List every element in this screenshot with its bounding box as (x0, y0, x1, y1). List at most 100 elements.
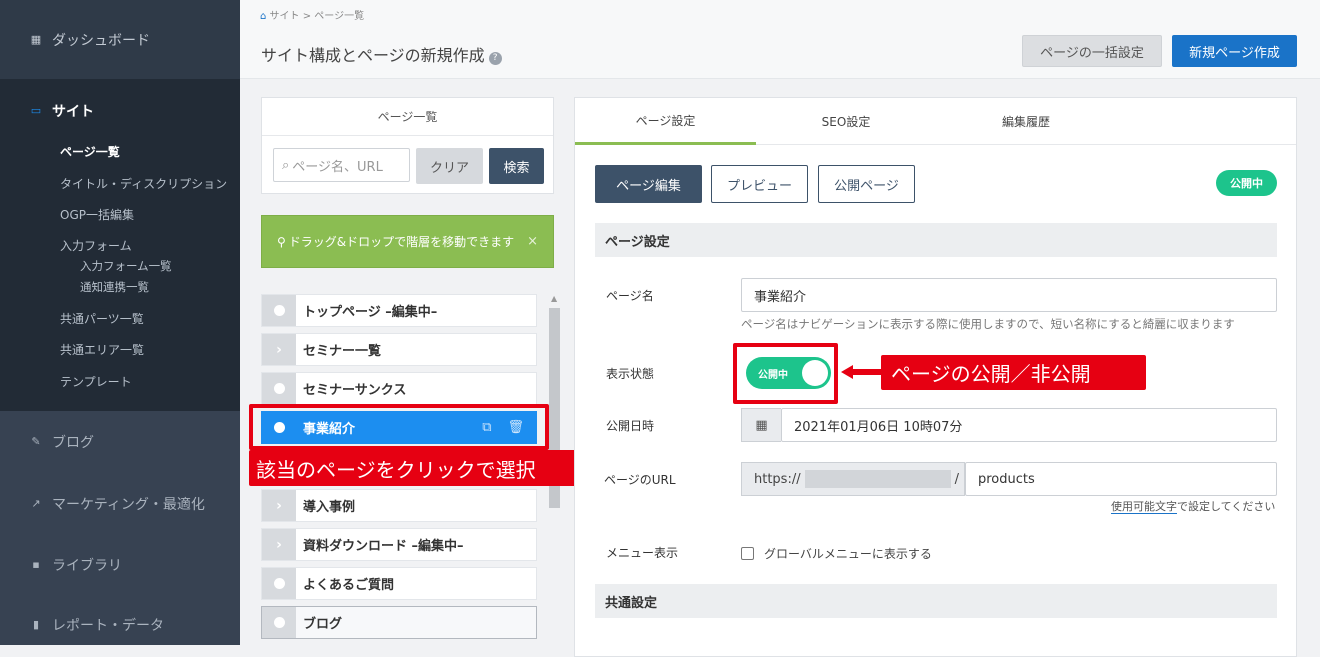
bulk-settings-button[interactable]: ページの一括設定 (1022, 35, 1162, 67)
tree-row[interactable]: ブログ (261, 606, 537, 639)
sidebar-sub-page-list[interactable]: ページ一覧 (60, 143, 120, 160)
tree-row[interactable]: セミナーサンクス (261, 372, 537, 405)
sidebar-item-report[interactable]: ▮ レポート・データ (30, 615, 164, 635)
new-page-button[interactable]: 新規ページ作成 (1172, 35, 1297, 67)
site-icon: ▭ (30, 104, 42, 117)
page-settings-panel: ページ設定 SEO設定 編集履歴 ページ編集 プレビュー 公開ページ 公開中 ペ… (574, 97, 1297, 657)
sidebar-item-label: ブログ (52, 435, 94, 451)
tree-row-label: セミナーサンクス (303, 383, 407, 398)
field-label-url: ページのURL (604, 473, 676, 487)
sidebar-sub-title-description[interactable]: タイトル・ディスクリプション (60, 175, 227, 192)
annotation-arrow-icon (841, 365, 881, 379)
home-icon[interactable]: ⌂ (260, 11, 266, 22)
close-icon[interactable]: × (527, 234, 538, 249)
image-icon: ▪ (32, 558, 40, 571)
url-prefix: https:// / (741, 462, 965, 496)
sidebar-item-label: ダッシュボード (52, 32, 150, 49)
tab-edit-history[interactable]: 編集履歴 (936, 98, 1116, 145)
sidebar-item-label: マーケティング・最適化 (52, 497, 205, 513)
sidebar-sub-form[interactable]: 入力フォーム (60, 237, 132, 254)
url-slash: / (954, 471, 959, 487)
scroll-up-icon[interactable]: ▲ (551, 294, 557, 303)
sidebar-item-site[interactable]: ▭ サイト (0, 79, 240, 121)
pin-icon: ⚲ (277, 234, 286, 249)
sidebar-item-label: サイト (52, 104, 94, 120)
checkbox-label: グローバルメニューに表示する (764, 547, 932, 561)
public-page-button[interactable]: 公開ページ (818, 165, 915, 203)
pencil-icon: ✎ (31, 435, 41, 448)
sidebar-sub-common-area[interactable]: 共通エリア一覧 (60, 341, 144, 358)
panel-title: ページ一覧 (262, 98, 553, 136)
page-list-panel: ページ一覧 ⌕ ページ名、URL クリア 検索 (261, 97, 554, 194)
dot-icon (262, 295, 296, 326)
field-label-page-name: ページ名 (606, 289, 654, 303)
sidebar-sub-form-list[interactable]: 入力フォーム一覧 (80, 258, 172, 274)
annotation-select-page: 該当のページをクリックで選択 (249, 450, 605, 486)
breadcrumb: ⌂ サイト > ページ一覧 (260, 7, 364, 22)
tree-row[interactable]: › セミナー一覧 (261, 333, 537, 366)
chevron-right-icon[interactable]: › (262, 334, 296, 365)
sidebar: ▦ ダッシュボード ▭ サイト ページ一覧 タイトル・ディスクリプション OGP… (0, 0, 240, 645)
tree-row-label: トップページ –編集中– (303, 305, 438, 320)
sidebar-item-marketing[interactable]: ↗ マーケティング・最適化 (30, 494, 205, 514)
sidebar-item-library[interactable]: ▪ ライブラリ (30, 555, 122, 575)
search-button[interactable]: 検索 (489, 148, 544, 184)
sidebar-sub-template[interactable]: テンプレート (60, 373, 132, 390)
dot-icon (262, 568, 296, 599)
tab-seo-settings[interactable]: SEO設定 (756, 98, 936, 145)
search-input[interactable]: ⌕ ページ名、URL (273, 148, 410, 182)
sidebar-item-blog[interactable]: ✎ ブログ (30, 432, 94, 452)
header: ⌂ サイト > ページ一覧 サイト構成とページの新規作成? ページの一括設定 新… (240, 0, 1320, 79)
tree-row[interactable]: よくあるご質問 (261, 567, 537, 600)
global-menu-checkbox[interactable] (741, 547, 754, 560)
annotation-box-toggle (733, 343, 838, 404)
url-help: 使用可能文字で設定してください (1111, 498, 1275, 514)
edit-page-button[interactable]: ページ編集 (595, 165, 702, 203)
section-page-settings: ページ設定 (595, 223, 1277, 257)
usable-chars-link[interactable]: 使用可能文字 (1111, 500, 1177, 514)
url-scheme: https:// (754, 471, 801, 487)
dashboard-icon: ▦ (30, 32, 42, 46)
page-title: サイト構成とページの新規作成? (261, 42, 502, 66)
help-icon[interactable]: ? (488, 52, 502, 65)
search-icon: ⌕ (282, 157, 290, 173)
tree-row-label: 資料ダウンロード –編集中– (303, 539, 464, 554)
notice-text: ドラッグ&ドロップで階層を移動できます (288, 235, 515, 249)
sidebar-sub-notify[interactable]: 通知連携一覧 (80, 279, 149, 295)
field-label-date: 公開日時 (606, 419, 655, 433)
tab-bar: ページ設定 SEO設定 編集履歴 (575, 98, 1296, 145)
tree-row[interactable]: トップページ –編集中– (261, 294, 537, 327)
chevron-right-icon[interactable]: › (262, 529, 296, 560)
tree-row-label: ブログ (303, 617, 343, 632)
tree-row[interactable]: › 資料ダウンロード –編集中– (261, 528, 537, 561)
dot-icon (262, 373, 296, 404)
status-badge: 公開中 (1216, 170, 1277, 196)
sidebar-item-label: レポート・データ (52, 618, 164, 634)
bar-chart-icon: ▮ (32, 618, 40, 631)
publish-date-input[interactable]: 2021年01月06日 10時07分 (781, 408, 1277, 442)
trend-icon: ↗ (31, 497, 41, 510)
calendar-icon[interactable]: ▦ (741, 408, 781, 442)
sidebar-item-label: ライブラリ (52, 558, 122, 574)
sidebar-sub-ogp[interactable]: OGP一括編集 (60, 206, 134, 223)
masked-domain (804, 470, 951, 488)
search-placeholder: ページ名、URL (292, 159, 383, 175)
tree-row-label: 導入事例 (303, 500, 356, 515)
clear-button[interactable]: クリア (416, 148, 483, 184)
chevron-right-icon[interactable]: › (262, 490, 296, 521)
annotation-box-selected-page (249, 404, 549, 450)
tree-row[interactable]: › 導入事例 (261, 489, 537, 522)
field-label-menu: メニュー表示 (606, 546, 679, 560)
global-menu-checkbox-row[interactable]: グローバルメニューに表示する (741, 545, 932, 562)
drag-drop-notice: ⚲ ドラッグ&ドロップで階層を移動できます × (261, 215, 554, 268)
tab-page-settings[interactable]: ページ設定 (575, 98, 756, 145)
tree-row-label: よくあるご質問 (303, 578, 395, 593)
field-label-status: 表示状態 (606, 367, 655, 381)
url-input[interactable]: products (965, 462, 1277, 496)
sidebar-sub-common-parts[interactable]: 共通パーツ一覧 (60, 310, 144, 327)
breadcrumb-text[interactable]: サイト > ページ一覧 (270, 11, 365, 22)
page-name-input[interactable]: 事業紹介 (741, 278, 1277, 312)
sidebar-item-dashboard[interactable]: ▦ ダッシュボード (0, 0, 240, 79)
preview-button[interactable]: プレビュー (711, 165, 808, 203)
dot-icon (262, 607, 296, 638)
